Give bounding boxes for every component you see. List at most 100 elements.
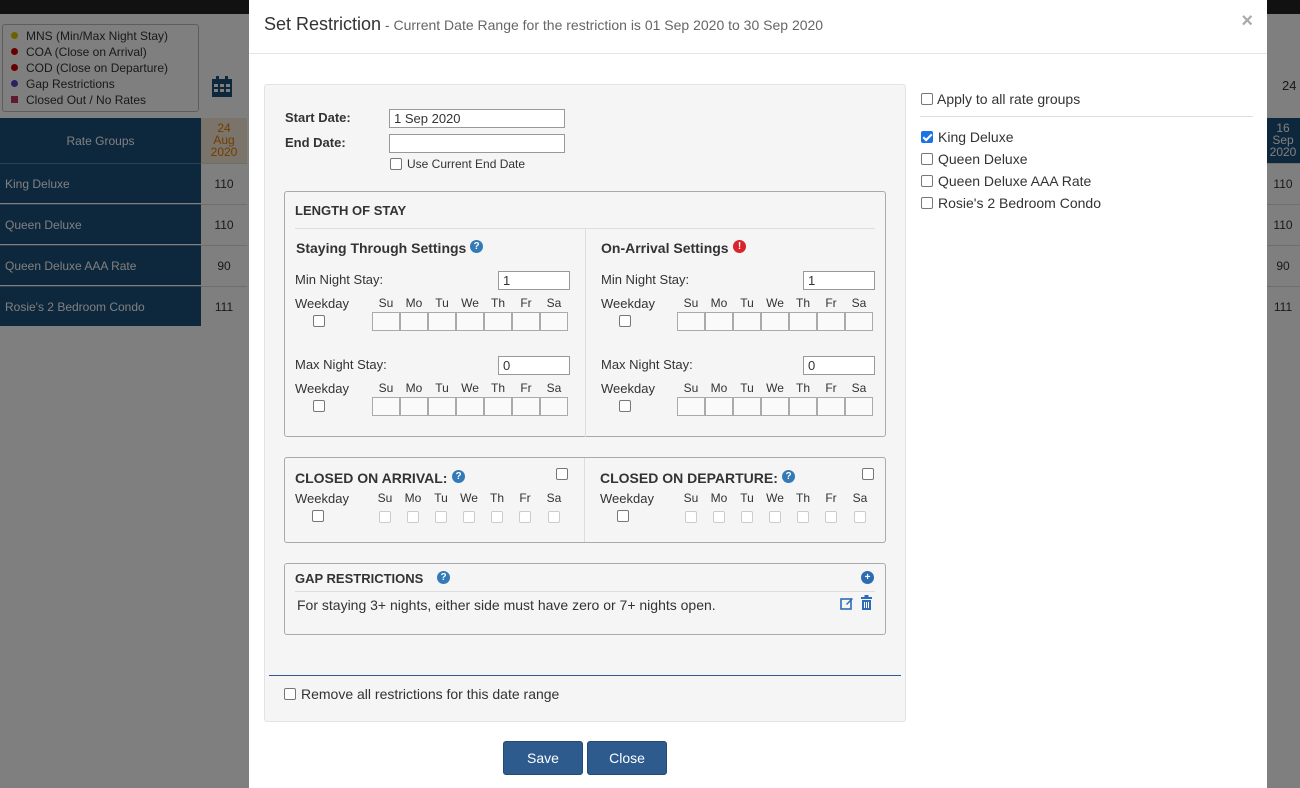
save-button[interactable]: Save (503, 741, 583, 775)
coa-day-checkbox[interactable] (463, 511, 475, 523)
day-input[interactable] (705, 312, 733, 331)
day-label: Su (683, 381, 699, 395)
coa-day-checkbox[interactable] (435, 511, 447, 523)
cod-day-checkbox[interactable] (685, 511, 697, 523)
day-input[interactable] (372, 312, 400, 331)
day-label: Tu (435, 296, 449, 310)
rate-group-checkbox-queen-deluxe-aaa[interactable] (921, 175, 933, 187)
day-input[interactable] (705, 397, 733, 416)
day-input[interactable] (540, 312, 568, 331)
rate-group-checkbox-rosies-condo[interactable] (921, 197, 933, 209)
day-label: Th (795, 296, 810, 310)
coa-weekday-checkbox[interactable] (312, 510, 324, 522)
coa-day-checkbox[interactable] (379, 511, 391, 523)
oa-max-night-input[interactable]: 0 (803, 356, 875, 375)
start-date-input[interactable]: 1 Sep 2020 (389, 109, 565, 128)
day-label: Mo (710, 296, 728, 310)
day-label: We (461, 296, 479, 310)
apply-all-label: Apply to all rate groups (937, 91, 1081, 107)
help-icon[interactable]: ? (470, 240, 483, 253)
day-input[interactable] (761, 312, 789, 331)
trash-icon[interactable] (860, 595, 873, 610)
close-icon[interactable]: × (1241, 10, 1253, 33)
gap-restrictions-section: GAP RESTRICTIONS ? + For staying 3+ nigh… (284, 563, 886, 635)
day-input[interactable] (733, 312, 761, 331)
day-input[interactable] (817, 397, 845, 416)
day-input[interactable] (484, 397, 512, 416)
coa-day-checkbox[interactable] (407, 511, 419, 523)
help-icon[interactable]: ? (437, 571, 450, 584)
oa-min-weekday-checkbox[interactable] (619, 315, 631, 327)
rate-group-label: Queen Deluxe (938, 151, 1028, 167)
cod-day-checkbox[interactable] (825, 511, 837, 523)
help-icon[interactable]: ? (452, 470, 465, 483)
day-input[interactable] (512, 397, 540, 416)
day-label: Tu (435, 381, 449, 395)
coa-day-checkbox[interactable] (519, 511, 531, 523)
day-input[interactable] (512, 312, 540, 331)
day-input[interactable] (484, 312, 512, 331)
day-input[interactable] (789, 312, 817, 331)
cod-all-checkbox[interactable] (862, 468, 874, 480)
remove-all-checkbox[interactable] (284, 688, 296, 700)
day-input[interactable] (456, 397, 484, 416)
day-input[interactable] (733, 397, 761, 416)
day-input[interactable] (817, 312, 845, 331)
end-date-input[interactable] (389, 134, 565, 153)
day-label: Th (795, 491, 810, 505)
st-max-night-input[interactable]: 0 (498, 356, 570, 375)
day-label: Tu (740, 296, 754, 310)
cod-day-checkbox[interactable] (769, 511, 781, 523)
day-label: Su (683, 491, 699, 505)
add-icon[interactable]: + (861, 571, 874, 584)
day-input[interactable] (456, 312, 484, 331)
rate-group-checkbox-queen-deluxe[interactable] (921, 153, 933, 165)
apply-all-checkbox[interactable] (921, 93, 933, 105)
cod-day-checkbox[interactable] (797, 511, 809, 523)
closed-on-arrival-heading: CLOSED ON ARRIVAL: (295, 470, 448, 486)
st-min-night-input[interactable]: 1 (498, 271, 570, 290)
oa-min-night-input[interactable]: 1 (803, 271, 875, 290)
oa-max-night-label: Max Night Stay: (601, 357, 693, 372)
cod-day-checkbox[interactable] (741, 511, 753, 523)
day-label: Sa (851, 381, 867, 395)
edit-icon[interactable] (840, 596, 854, 610)
coa-day-checkbox[interactable] (491, 511, 503, 523)
day-input[interactable] (845, 312, 873, 331)
day-label: We (766, 491, 784, 505)
coa-all-checkbox[interactable] (556, 468, 568, 480)
day-label: Mo (405, 381, 423, 395)
close-button[interactable]: Close (587, 741, 667, 775)
day-input[interactable] (428, 397, 456, 416)
weekday-label: Weekday (295, 491, 349, 506)
cod-weekday-checkbox[interactable] (617, 510, 629, 522)
day-input[interactable] (845, 397, 873, 416)
use-current-end-date-checkbox[interactable] (390, 158, 402, 170)
rate-group-checkbox-king-deluxe[interactable] (921, 131, 933, 143)
day-label: Su (378, 296, 394, 310)
day-input[interactable] (789, 397, 817, 416)
set-restriction-modal: Set Restriction - Current Date Range for… (249, 0, 1267, 788)
st-min-weekday-checkbox[interactable] (313, 315, 325, 327)
day-label: Tu (740, 491, 754, 505)
cod-day-checkbox[interactable] (854, 511, 866, 523)
day-label: Fr (825, 491, 837, 505)
st-max-weekday-checkbox[interactable] (313, 400, 325, 412)
help-icon[interactable]: ? (782, 470, 795, 483)
day-input[interactable] (372, 397, 400, 416)
day-label: Sa (546, 296, 562, 310)
cod-day-checkbox[interactable] (713, 511, 725, 523)
use-current-end-date-label: Use Current End Date (407, 157, 526, 171)
day-input[interactable] (540, 397, 568, 416)
day-input[interactable] (761, 397, 789, 416)
weekday-label: Weekday (295, 381, 349, 396)
day-input[interactable] (400, 312, 428, 331)
day-input[interactable] (400, 397, 428, 416)
oa-max-weekday-checkbox[interactable] (619, 400, 631, 412)
day-input[interactable] (677, 397, 705, 416)
alert-icon[interactable]: ! (733, 240, 746, 253)
day-label: We (766, 296, 784, 310)
coa-day-checkbox[interactable] (548, 511, 560, 523)
day-input[interactable] (677, 312, 705, 331)
day-input[interactable] (428, 312, 456, 331)
